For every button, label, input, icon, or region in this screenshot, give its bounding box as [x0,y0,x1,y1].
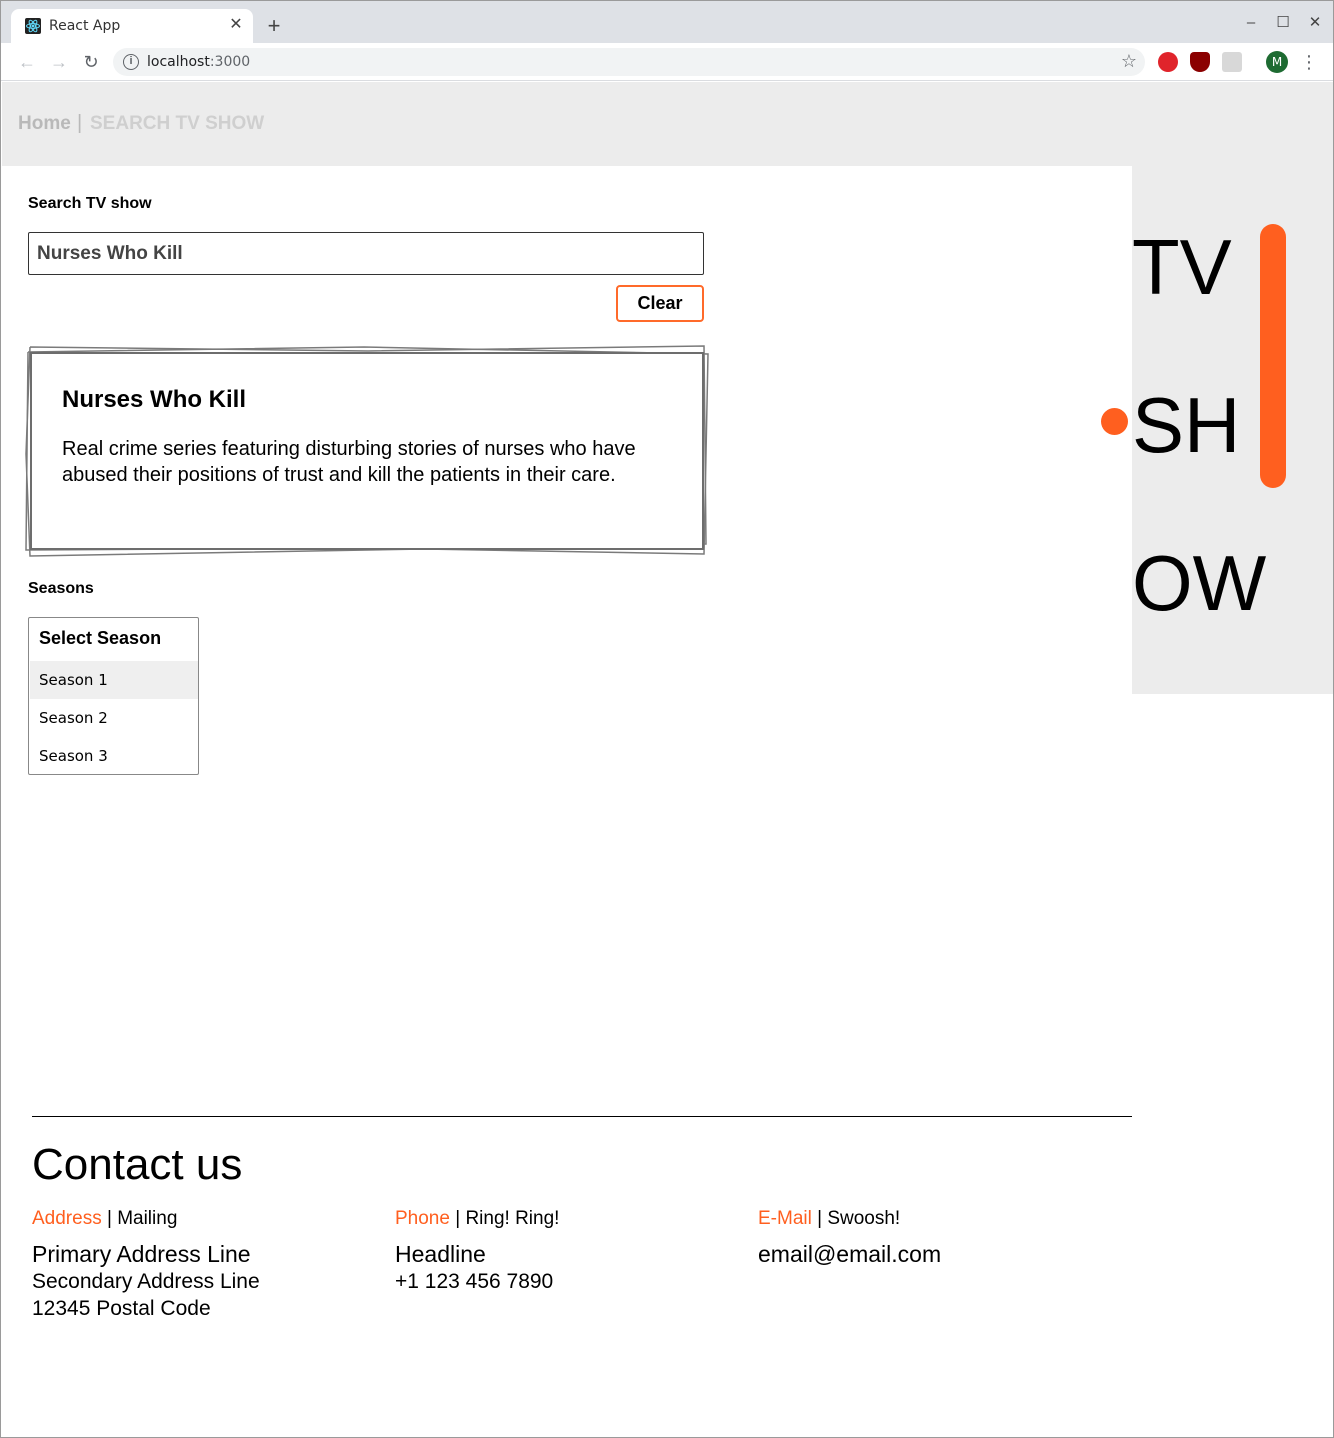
season-option[interactable]: Season 1 [30,661,198,699]
info-icon[interactable]: i [123,54,139,70]
reload-icon[interactable]: ↻ [79,50,103,74]
url-host: localhost [147,54,210,70]
address-column: Address | Mailing Primary Address Line S… [32,1208,372,1322]
search-label: Search TV show [28,195,152,212]
show-title: Nurses Who Kill [62,386,247,413]
season-option[interactable]: Season 3 [30,737,198,775]
url-port: :3000 [209,54,251,70]
nav-home-link[interactable]: Home [18,113,71,135]
close-tab-icon[interactable]: ✕ [227,16,245,34]
forward-arrow-icon[interactable]: → [47,50,71,74]
address-line-3: 12345 Postal Code [32,1297,211,1320]
email-address[interactable]: email@email.com [758,1240,1098,1268]
side-banner-line: TV [1132,223,1232,311]
browser-window: React App ✕ + – ☐ ✕ ← → ↻ i localhost:30… [0,0,1334,1438]
clear-button[interactable]: Clear [616,285,704,322]
seasons-label: Seasons [28,580,94,597]
bookmark-star-icon[interactable]: ☆ [1121,51,1137,72]
email-accent: E-Mail [758,1208,812,1229]
season-select[interactable]: Select Season Season 1 Season 2 Season 3 [28,617,199,775]
phone-number[interactable]: +1 123 456 7890 [395,1268,735,1295]
show-card-body: Nurses Who Kill Real crime series featur… [30,352,704,550]
email-column: E-Mail | Swoosh! email@email.com [758,1208,1098,1268]
top-navigation: Home | SEARCH TV SHOW [2,82,1333,166]
contact-title: Contact us [32,1140,243,1189]
back-arrow-icon[interactable]: ← [15,50,39,74]
address-subheading: | Mailing [101,1208,178,1229]
footer-divider [32,1116,1132,1117]
side-banner-line: OW [1132,539,1267,627]
season-select-header: Select Season [39,628,162,648]
address-heading: Address | Mailing [32,1208,372,1230]
tab-title: React App [49,18,121,34]
cast-extension-icon[interactable] [1222,52,1242,72]
opera-extension-icon[interactable] [1158,52,1178,72]
page: Home | SEARCH TV SHOW TV SH OW Search TV… [2,82,1333,1437]
url-text: localhost:3000 [147,54,250,70]
email-heading: E-Mail | Swoosh! [758,1208,1098,1230]
browser-tab[interactable]: React App ✕ [11,9,253,43]
side-banner-dot [1101,408,1128,435]
side-banner-accent-bar [1260,224,1286,488]
maximize-icon[interactable]: ☐ [1273,13,1293,33]
side-banner: TV SH OW [1132,166,1333,694]
phone-accent: Phone [395,1208,450,1229]
address-line-2: Secondary Address Line [32,1270,260,1293]
phone-heading: Phone | Ring! Ring! [395,1208,735,1230]
close-window-icon[interactable]: ✕ [1305,13,1325,33]
phone-column: Phone | Ring! Ring! Headline +1 123 456 … [395,1208,735,1295]
browser-toolbar: ← → ↻ i localhost:3000 ☆ M ⋮ [1,43,1333,81]
ublock-extension-icon[interactable] [1190,52,1210,72]
nav-search-link[interactable]: SEARCH TV SHOW [90,113,264,135]
search-input[interactable] [28,232,704,275]
nav-separator: | [77,112,83,134]
phone-subheading: | Ring! Ring! [449,1208,560,1229]
tab-strip: React App ✕ + – ☐ ✕ [1,1,1333,43]
email-subheading: | Swoosh! [811,1208,901,1229]
more-menu-icon[interactable]: ⋮ [1299,51,1319,73]
side-banner-line: SH [1132,381,1241,469]
season-option[interactable]: Season 2 [30,699,198,737]
profile-avatar[interactable]: M [1266,51,1288,73]
address-line-1: Primary Address Line [32,1241,251,1267]
address-bar[interactable]: i localhost:3000 ☆ [113,48,1145,76]
show-description: Real crime series featuring disturbing s… [62,438,636,486]
minimize-icon[interactable]: – [1241,13,1261,33]
show-card: Nurses Who Kill Real crime series featur… [24,344,710,560]
phone-headline: Headline [395,1241,486,1267]
address-accent: Address [32,1208,102,1229]
new-tab-icon[interactable]: + [263,15,285,37]
react-logo-icon [25,18,41,34]
